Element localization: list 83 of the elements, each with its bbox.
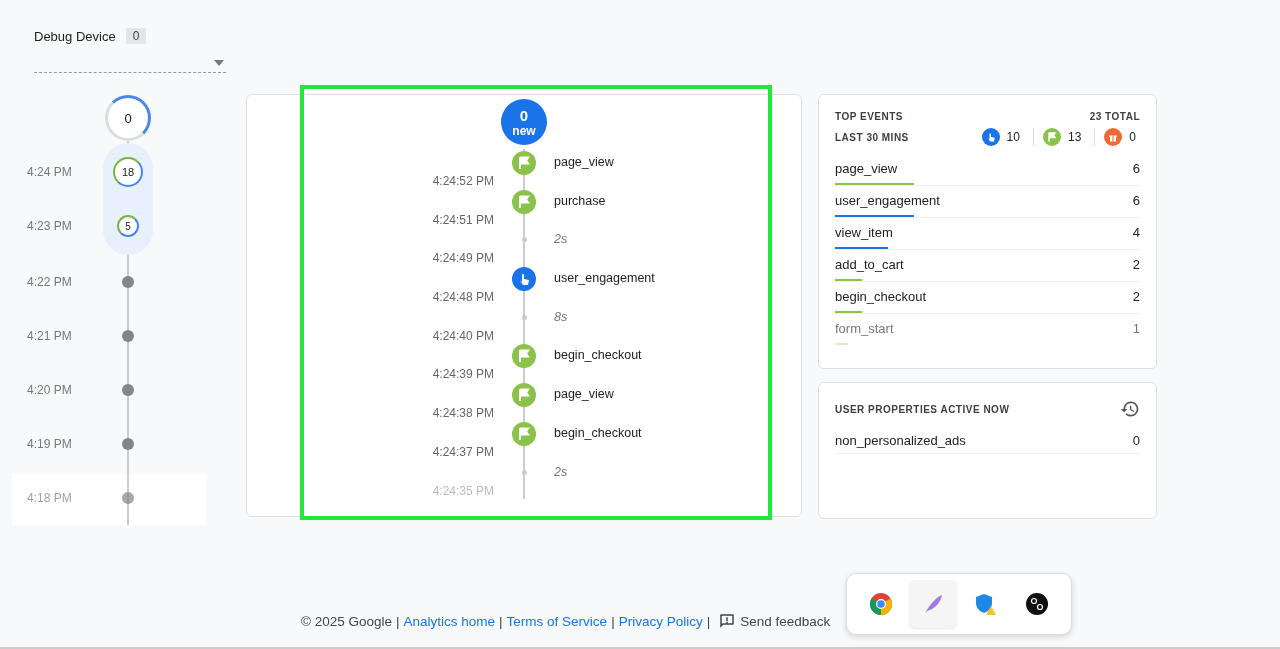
minute-label: 4:22 PM bbox=[26, 275, 73, 289]
footer-link[interactable]: Analytics home bbox=[403, 613, 496, 629]
event-name[interactable]: page_view bbox=[554, 383, 768, 422]
total-count: 23 TOTAL bbox=[1089, 111, 1140, 122]
event-name[interactable]: add_to_cart bbox=[835, 257, 904, 275]
user-properties-title: USER PROPERTIES ACTIVE NOW bbox=[835, 403, 1010, 415]
event-time: 4:24:40 PM bbox=[431, 327, 494, 345]
footer-link[interactable]: Terms of Service bbox=[506, 613, 608, 629]
device-count-badge: 0 bbox=[125, 28, 147, 44]
time-gap: 8s bbox=[554, 308, 569, 326]
touch-icon bbox=[981, 128, 1000, 146]
new-count: 0 bbox=[519, 107, 529, 123]
new-label: new bbox=[512, 124, 536, 137]
event-time: 4:24:35 PM bbox=[431, 482, 494, 500]
send-feedback-link[interactable]: Send feedback bbox=[718, 612, 831, 630]
separator: | bbox=[499, 613, 503, 629]
separator: | bbox=[396, 613, 400, 629]
gift-icon bbox=[1104, 128, 1123, 146]
event-name[interactable]: view_item bbox=[835, 225, 893, 243]
minute-dot[interactable] bbox=[122, 492, 134, 504]
flag-icon bbox=[512, 383, 536, 408]
event-time: 4:24:48 PM bbox=[431, 289, 494, 306]
event-name[interactable]: page_view bbox=[835, 161, 898, 179]
minute-dot[interactable] bbox=[122, 276, 134, 288]
event-name[interactable]: begin_checkout bbox=[554, 344, 768, 384]
event-type-count: 13 bbox=[1067, 130, 1082, 144]
history-icon[interactable] bbox=[1120, 399, 1140, 419]
top-events-title: TOP EVENTS bbox=[835, 111, 903, 122]
flag-icon bbox=[512, 189, 536, 214]
minute-dot[interactable] bbox=[122, 438, 134, 450]
period-label: LAST 30 MINS bbox=[835, 131, 909, 143]
event-name[interactable]: purchase bbox=[554, 189, 768, 229]
event-count: 6 bbox=[1132, 193, 1140, 210]
event-type-count: 10 bbox=[1006, 130, 1020, 144]
touch-icon bbox=[512, 267, 536, 292]
event-time: 4:24:37 PM bbox=[431, 443, 494, 461]
event-name[interactable]: begin_checkout bbox=[554, 421, 768, 461]
event-time: 4:24:49 PM bbox=[431, 250, 494, 268]
event-count: 4 bbox=[1132, 225, 1140, 242]
event-time: 4:24:52 PM bbox=[431, 173, 494, 190]
flag-icon bbox=[1042, 128, 1061, 146]
property-name: non_personalized_ads bbox=[835, 433, 966, 448]
debug-device-label: Debug Device bbox=[34, 28, 116, 44]
minute-label: 4:24 PM bbox=[26, 165, 73, 179]
separator: | bbox=[611, 613, 615, 629]
shield-warning-icon bbox=[973, 592, 998, 616]
copyright-text: © 2025 Google bbox=[301, 613, 392, 629]
property-value: 0 bbox=[1132, 433, 1140, 448]
flag-icon bbox=[512, 151, 536, 175]
minute-label: 4:18 PM bbox=[26, 491, 73, 505]
event-time: 4:24:39 PM bbox=[431, 366, 494, 384]
minute-label: 4:20 PM bbox=[26, 383, 73, 397]
feedback-icon bbox=[718, 612, 737, 630]
event-count: 1 bbox=[1132, 321, 1140, 338]
event-count: 2 bbox=[1132, 257, 1140, 274]
event-count: 6 bbox=[1132, 161, 1140, 178]
event-name[interactable]: page_view bbox=[554, 151, 768, 190]
browser-icon bbox=[869, 592, 894, 616]
event-type-count: 0 bbox=[1129, 130, 1136, 144]
minute-count-ring[interactable]: 18 bbox=[113, 157, 143, 187]
event-name[interactable]: begin_checkout bbox=[835, 289, 927, 307]
separator: | bbox=[706, 613, 711, 629]
flag-icon bbox=[512, 421, 536, 446]
minute-dot[interactable] bbox=[122, 384, 134, 396]
event-name[interactable]: form_start bbox=[835, 321, 894, 339]
minute-count-ring[interactable]: 5 bbox=[117, 215, 139, 237]
event-name[interactable]: user_engagement bbox=[554, 267, 768, 306]
current-count-ring[interactable]: 0 bbox=[105, 95, 151, 141]
event-time: 4:24:38 PM bbox=[431, 405, 494, 422]
minute-label: 4:21 PM bbox=[26, 329, 73, 343]
time-gap: 2s bbox=[554, 463, 569, 481]
minute-label: 4:23 PM bbox=[26, 219, 73, 233]
round-logo-icon bbox=[1025, 592, 1050, 616]
flag-icon bbox=[512, 344, 536, 369]
event-name[interactable]: user_engagement bbox=[835, 193, 940, 211]
caret-icon bbox=[214, 60, 224, 66]
minute-label: 4:19 PM bbox=[26, 437, 73, 451]
new-events-bubble[interactable]: 0 new bbox=[501, 99, 547, 145]
event-time: 4:24:51 PM bbox=[431, 211, 494, 229]
event-count: 2 bbox=[1132, 289, 1140, 306]
footer-link[interactable]: Privacy Policy bbox=[618, 613, 703, 629]
time-gap: 2s bbox=[554, 231, 569, 249]
minute-dot[interactable] bbox=[122, 330, 134, 342]
